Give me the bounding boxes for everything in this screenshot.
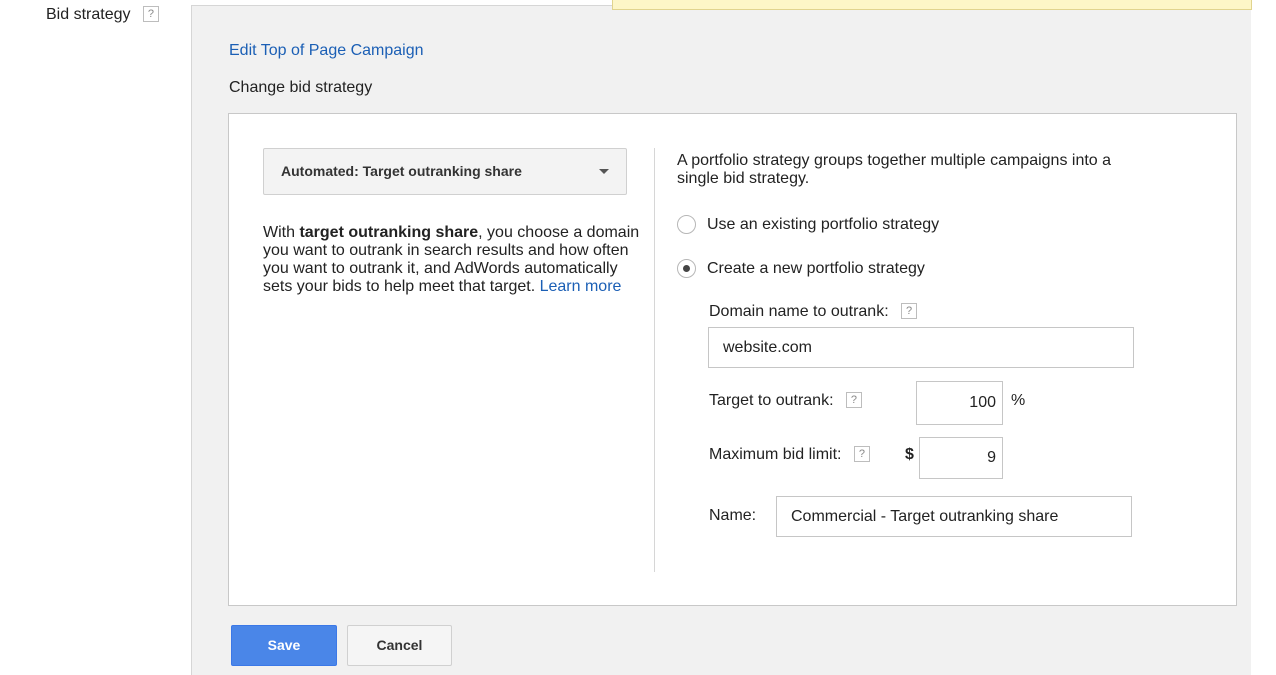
portfolio-intro: A portfolio strategy groups together mul…: [677, 152, 1112, 187]
learn-more-link[interactable]: Learn more: [540, 278, 622, 295]
radio-button-checked[interactable]: [677, 259, 696, 278]
bid-strategy-label-text: Bid strategy: [46, 6, 131, 23]
target-label-text: Target to outrank:: [709, 392, 834, 409]
radio-use-existing[interactable]: Use an existing portfolio strategy: [677, 215, 939, 234]
percent-unit: %: [1011, 392, 1026, 409]
dropdown-selected-value: Automated: Target outranking share: [281, 163, 522, 179]
radio-create-new[interactable]: Create a new portfolio strategy: [677, 259, 925, 278]
domain-label-text: Domain name to outrank:: [709, 303, 889, 320]
strategy-description: With target outranking share, you choose…: [263, 224, 643, 296]
description-bold: target outranking share: [299, 224, 479, 241]
tooltip-popup: [612, 0, 1252, 10]
section-title: Change bid strategy: [229, 79, 373, 96]
name-label: Name:: [709, 507, 757, 524]
save-button[interactable]: Save: [231, 625, 337, 666]
currency-symbol: $: [905, 446, 914, 463]
cancel-button[interactable]: Cancel: [347, 625, 452, 666]
description-prefix: With: [263, 224, 300, 241]
column-divider: [654, 148, 655, 572]
help-icon[interactable]: ?: [901, 302, 918, 319]
maxbid-label-text: Maximum bid limit:: [709, 446, 842, 463]
bid-strategy-dropdown[interactable]: Automated: Target outranking share: [263, 148, 627, 195]
domain-label: Domain name to outrank: ?: [709, 302, 918, 321]
name-input[interactable]: [776, 496, 1132, 537]
domain-input[interactable]: [708, 327, 1134, 368]
maxbid-label: Maximum bid limit: ?: [709, 445, 870, 464]
target-label: Target to outrank: ?: [709, 391, 862, 410]
help-icon[interactable]: ?: [142, 5, 159, 22]
maxbid-input[interactable]: [919, 437, 1003, 479]
radio-button-unchecked[interactable]: [677, 215, 696, 234]
radio-label: Use an existing portfolio strategy: [707, 215, 940, 233]
target-input[interactable]: [916, 381, 1003, 425]
bid-strategy-label: Bid strategy ?: [46, 5, 159, 24]
help-icon[interactable]: ?: [845, 391, 862, 408]
edit-campaign-link[interactable]: Edit Top of Page Campaign: [229, 42, 424, 60]
radio-label: Create a new portfolio strategy: [707, 259, 925, 277]
help-icon[interactable]: ?: [853, 445, 870, 462]
chevron-down-icon: [599, 169, 609, 174]
